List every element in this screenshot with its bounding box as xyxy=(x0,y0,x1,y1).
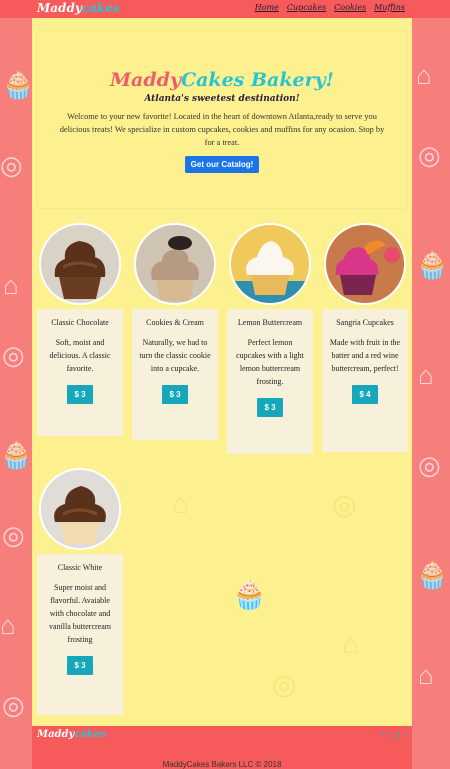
brand-logo-part2: cakes xyxy=(81,1,120,15)
nav-link-muffins[interactable]: Muffins xyxy=(374,3,405,12)
sangria-cupcake-icon xyxy=(326,225,404,303)
donut-icon: ◎ xyxy=(418,140,441,170)
product-description: Soft, moist and delicious. A classic fav… xyxy=(49,338,111,373)
product-info: Classic Chocolate Soft, moist and delici… xyxy=(37,309,123,436)
product-card-classic-white[interactable]: Classic White Super moist and flavorful.… xyxy=(37,468,123,715)
product-image-classic-white xyxy=(39,468,121,550)
donut-icon: ◎ xyxy=(0,150,23,180)
cake-icon: ⌂ xyxy=(3,270,19,300)
product-image-cookies-cream xyxy=(134,223,216,305)
donut-icon: ◎ xyxy=(332,489,357,520)
product-info: Lemon Buttercream Perfect lemon cupcakes… xyxy=(227,309,313,454)
cupcake-icon: 🧁 xyxy=(416,250,449,280)
product-card-lemon-buttercream[interactable]: Lemon Buttercream Perfect lemon cupcakes… xyxy=(227,223,313,454)
donut-icon: ◎ xyxy=(2,520,25,550)
footer-brand-logo[interactable]: Maddycakes xyxy=(37,729,106,740)
cupcake-icon: 🧁 xyxy=(232,579,267,610)
nav-link-home[interactable]: Home xyxy=(255,3,279,12)
product-image-classic-chocolate xyxy=(39,223,121,305)
price-button[interactable]: $ 3 xyxy=(257,398,283,417)
product-card-cookies-cream[interactable]: Cookies & Cream Naturally, we had to tur… xyxy=(132,223,218,440)
price-button[interactable]: $ 3 xyxy=(162,385,188,404)
brand-logo[interactable]: Maddycakes xyxy=(37,1,120,15)
chocolate-cupcake-icon xyxy=(41,225,119,303)
footer: Maddycakes f t p i MaddyCakes Bakers LLC… xyxy=(32,726,412,769)
classic-white-cupcake-icon xyxy=(41,470,119,548)
cake-icon: ⌂ xyxy=(342,628,359,659)
donut-icon: ◎ xyxy=(272,669,297,700)
brand-logo-part1: Maddy xyxy=(37,1,82,15)
product-name: Classic White xyxy=(57,563,103,572)
donut-icon: ◎ xyxy=(2,690,25,720)
donut-icon: ◎ xyxy=(2,340,25,370)
hero-section: MaddyCakes Bakery! Atlanta's sweetest de… xyxy=(37,31,407,208)
cookies-cream-cupcake-icon xyxy=(136,225,214,303)
price-button[interactable]: $ 4 xyxy=(352,385,378,404)
product-card-sangria[interactable]: Sangria Cupcakes Made with fruit in the … xyxy=(322,223,408,452)
product-name: Classic Chocolate xyxy=(51,318,109,327)
product-image-sangria xyxy=(324,223,406,305)
product-description: Naturally, we had to turn the classic co… xyxy=(139,338,211,373)
pinterest-icon[interactable]: p xyxy=(396,730,400,739)
product-name: Cookies & Cream xyxy=(146,318,204,327)
nav-link-cupcakes[interactable]: Cupcakes xyxy=(287,3,326,12)
copyright-text: MaddyCakes Bakers LLC © 2018 xyxy=(162,760,282,769)
cupcake-icon: 🧁 xyxy=(416,560,449,590)
footer-brand-part1: Maddy xyxy=(37,729,75,740)
product-name: Lemon Buttercream xyxy=(237,318,303,327)
get-catalog-button[interactable]: Get our Catalog! xyxy=(184,156,260,173)
product-info: Cookies & Cream Naturally, we had to tur… xyxy=(132,309,218,440)
product-description: Made with fruit in the batter and a red … xyxy=(329,338,401,373)
cake-icon: ⌂ xyxy=(418,660,434,690)
cupcake-icon: 🧁 xyxy=(0,440,33,470)
cake-icon: ⌂ xyxy=(416,60,432,90)
cupcake-icon: 🧁 xyxy=(2,70,35,100)
price-button[interactable]: $ 3 xyxy=(67,656,93,675)
product-info: Sangria Cupcakes Made with fruit in the … xyxy=(322,309,408,452)
facebook-icon[interactable]: f xyxy=(381,730,383,739)
product-description: Super moist and flavorful. Avaiable with… xyxy=(49,583,111,644)
lemon-cupcake-icon xyxy=(231,225,309,303)
twitter-icon[interactable]: t xyxy=(389,730,391,739)
donut-icon: ◎ xyxy=(418,450,441,480)
product-info: Classic White Super moist and flavorful.… xyxy=(37,554,123,715)
hero-subtitle: Atlanta's sweetest destination! xyxy=(144,94,300,104)
nav-links: Home Cupcakes Cookies Muffins xyxy=(255,3,405,12)
product-name: Sangria Cupcakes xyxy=(336,318,394,327)
hero-title: MaddyCakes Bakery! xyxy=(37,69,407,91)
hero-description: Welcome to your new favorite! Located in… xyxy=(59,112,385,147)
social-links: f t p i xyxy=(381,730,407,739)
hero-title-part1: Maddy xyxy=(110,69,181,91)
instagram-icon[interactable]: i xyxy=(405,730,407,739)
product-image-lemon-buttercream xyxy=(229,223,311,305)
top-navbar: Maddycakes Home Cupcakes Cookies Muffins xyxy=(0,0,450,18)
product-description: Perfect lemon cupcakes with a light lemo… xyxy=(236,338,304,386)
product-card-classic-chocolate[interactable]: Classic Chocolate Soft, moist and delici… xyxy=(37,223,123,436)
cake-icon: ⌂ xyxy=(418,360,434,390)
hero-title-part2: Cakes Bakery! xyxy=(180,69,334,91)
footer-brand-part2: cakes xyxy=(74,729,106,740)
price-button[interactable]: $ 3 xyxy=(67,385,93,404)
cake-icon: ⌂ xyxy=(0,610,16,640)
cake-icon: ⌂ xyxy=(172,488,189,519)
nav-link-cookies[interactable]: Cookies xyxy=(334,3,366,12)
